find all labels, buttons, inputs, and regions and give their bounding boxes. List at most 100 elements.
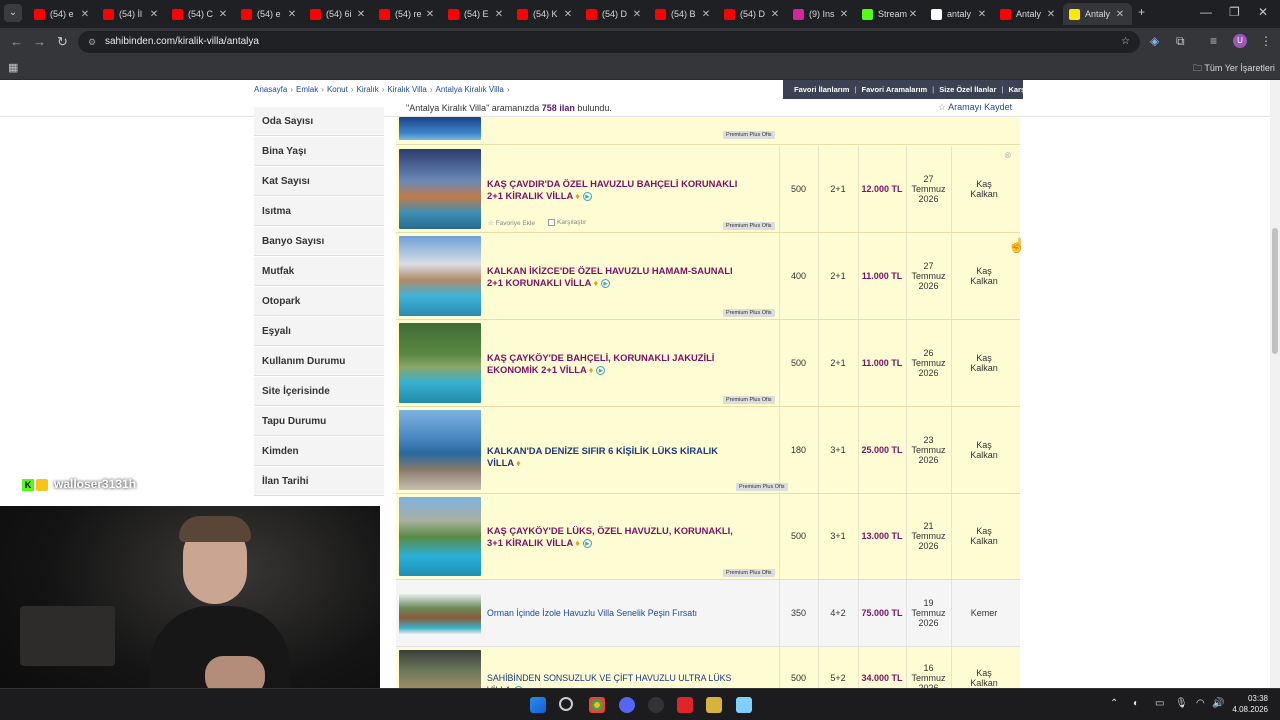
listing-thumbnail[interactable] xyxy=(399,236,481,316)
video-play-icon[interactable]: ▶ xyxy=(596,365,606,375)
new-tab-button[interactable]: + xyxy=(1138,5,1145,19)
filter-item[interactable]: Banyo Sayısı xyxy=(254,227,384,256)
scrollbar-thumb[interactable] xyxy=(1272,228,1278,354)
listing-row[interactable]: KAŞ ÇAYKÖY'DE BAHÇELİ, KORUNAKLI JAKUZİL… xyxy=(396,320,1020,407)
app-icon[interactable] xyxy=(648,697,664,713)
browser-tab[interactable]: Antaly ✕ xyxy=(1063,3,1132,25)
video-play-icon[interactable]: ▶ xyxy=(582,538,592,548)
filter-item[interactable]: Isıtma xyxy=(254,197,384,226)
breadcrumb-link[interactable]: Konut xyxy=(327,85,348,94)
favorites-nav-link[interactable]: Karşılaştır xyxy=(1008,85,1045,94)
close-tab-icon[interactable]: ✕ xyxy=(79,9,91,20)
chrome-icon[interactable] xyxy=(589,697,605,713)
filter-item[interactable]: Eşyalı xyxy=(254,317,384,346)
filter-item[interactable]: Kimden xyxy=(254,437,384,466)
extensions-puzzle-icon[interactable]: ⧉ xyxy=(1176,34,1185,49)
listing-title[interactable]: KAŞ ÇAYKÖY'DE LÜKS, ÖZEL HAVUZLU, KORUNA… xyxy=(487,525,749,549)
compare-checkbox[interactable]: Karşılaştır xyxy=(548,219,586,226)
file-explorer-icon[interactable] xyxy=(706,697,722,713)
network-icon[interactable]: ◠ xyxy=(1196,698,1205,709)
media-icon[interactable]: ≡ xyxy=(1210,34,1217,48)
profile-avatar[interactable]: U xyxy=(1233,34,1247,48)
listing-row-partial[interactable]: Premium Plus Ofis xyxy=(396,117,1020,145)
clock[interactable]: 03:38 4.08.2026 xyxy=(1228,693,1268,715)
listing-thumbnail[interactable] xyxy=(399,117,481,140)
hide-listing-icon[interactable]: ⊗ xyxy=(1004,150,1012,161)
listing-row[interactable]: SAHİBİNDEN SONSUZLUK VE ÇİFT HAVUZLU ULT… xyxy=(396,647,1020,689)
filter-item[interactable]: Oda Sayısı xyxy=(254,107,384,136)
browser-tab[interactable]: (54) İl ✕ xyxy=(97,3,166,25)
listing-title[interactable]: KAŞ ÇAYKÖY'DE BAHÇELİ, KORUNAKLI JAKUZİL… xyxy=(487,352,749,376)
listing-row[interactable]: KAŞ ÇAYKÖY'DE LÜKS, ÖZEL HAVUZLU, KORUNA… xyxy=(396,494,1020,580)
close-tab-icon[interactable]: ✕ xyxy=(838,9,850,20)
listing-title[interactable]: SAHİBİNDEN SONSUZLUK VE ÇİFT HAVUZLU ULT… xyxy=(487,673,749,689)
listing-row[interactable]: KALKAN'DA DENİZE SIFIR 6 KİŞİLİK LÜKS Kİ… xyxy=(396,407,1020,494)
filter-item[interactable]: Bina Yaşı xyxy=(254,137,384,166)
close-tab-icon[interactable]: ✕ xyxy=(1114,9,1126,20)
favorites-nav-link[interactable]: Favori İlanlarım xyxy=(794,85,849,94)
maximize-button[interactable]: ❐ xyxy=(1229,5,1240,19)
browser-tab[interactable]: (54) e ✕ xyxy=(235,3,304,25)
close-tab-icon[interactable]: ✕ xyxy=(493,9,505,20)
discord-icon[interactable] xyxy=(619,697,635,713)
listing-thumbnail[interactable] xyxy=(399,410,481,490)
reload-icon[interactable]: ↻ xyxy=(57,34,68,50)
browser-tab[interactable]: (54) D ✕ xyxy=(580,3,649,25)
browser-tab[interactable]: (54) K ✕ xyxy=(511,3,580,25)
close-window-button[interactable]: ✕ xyxy=(1258,5,1268,19)
windows-start-icon[interactable] xyxy=(530,697,546,713)
listing-thumbnail[interactable] xyxy=(399,149,481,229)
browser-tab[interactable]: (54) C ✕ xyxy=(166,3,235,25)
browser-tab[interactable]: (54) e ✕ xyxy=(28,3,97,25)
breadcrumb-link[interactable]: Antalya Kiralık Villa xyxy=(436,85,504,94)
listing-title[interactable]: Orman İçinde İzole Havuzlu Villa Senelik… xyxy=(487,608,749,620)
filter-item[interactable]: Kullanım Durumu xyxy=(254,347,384,376)
listing-title[interactable]: KALKAN'DA DENİZE SIFIR 6 KİŞİLİK LÜKS Kİ… xyxy=(487,445,749,469)
browser-tab[interactable]: (54) E ✕ xyxy=(442,3,511,25)
bookmark-star-icon[interactable]: ☆ xyxy=(1121,31,1130,53)
listing-thumbnail[interactable] xyxy=(399,650,481,689)
filter-item[interactable]: İlan Tarihi xyxy=(254,467,384,496)
close-tab-icon[interactable]: ✕ xyxy=(217,9,229,20)
close-tab-icon[interactable]: ✕ xyxy=(976,9,988,20)
search-icon[interactable] xyxy=(559,697,573,711)
all-bookmarks[interactable]: 🗀 Tüm Yer İşaretleri xyxy=(1193,61,1275,77)
site-info-icon[interactable]: ⚙ xyxy=(88,31,96,53)
browser-tab[interactable]: (54) 6i ✕ xyxy=(304,3,373,25)
browser-menu-icon[interactable]: ⋮ xyxy=(1260,34,1272,48)
tray-app-icon[interactable]: ◐ xyxy=(1133,698,1139,709)
browser-tab[interactable]: (9) Ins ✕ xyxy=(787,3,856,25)
listing-thumbnail[interactable] xyxy=(399,323,481,403)
filter-item[interactable]: Site İçerisinde xyxy=(254,377,384,406)
save-search-button[interactable]: ☆ Aramayı Kaydet xyxy=(938,102,1012,113)
filter-item[interactable]: Mutfak xyxy=(254,257,384,286)
browser-tab[interactable]: Antaly ✕ xyxy=(994,3,1063,25)
listing-row[interactable]: KAŞ ÇAVDIR'DA ÖZEL HAVUZLU BAHÇELİ KORUN… xyxy=(396,146,1020,233)
close-tab-icon[interactable]: ✕ xyxy=(286,9,298,20)
notepad-icon[interactable] xyxy=(736,697,752,713)
browser-tab[interactable]: Stream ✕ xyxy=(856,3,925,25)
extension-icon[interactable]: ◈ xyxy=(1150,34,1159,48)
checkbox-icon[interactable] xyxy=(548,219,555,226)
listing-title[interactable]: KALKAN İKİZCE'DE ÖZEL HAVUZLU HAMAM-SAUN… xyxy=(487,265,749,289)
breadcrumb-link[interactable]: Emlak xyxy=(296,85,318,94)
add-favorite-link[interactable]: ☆ Favoriye Ekle xyxy=(488,219,535,227)
tab-search-button[interactable]: ⌄ xyxy=(4,4,22,22)
close-tab-icon[interactable]: ✕ xyxy=(562,9,574,20)
back-icon[interactable]: ← xyxy=(10,34,23,49)
tray-chevron-icon[interactable]: ⌃ xyxy=(1110,698,1118,709)
tray-mic-icon[interactable]: 🎙 xyxy=(1175,698,1188,709)
browser-tab[interactable]: (54) re ✕ xyxy=(373,3,442,25)
apps-grid-icon[interactable]: ▦ xyxy=(8,61,18,74)
listing-title[interactable]: KAŞ ÇAVDIR'DA ÖZEL HAVUZLU BAHÇELİ KORUN… xyxy=(487,178,749,202)
forward-icon[interactable]: → xyxy=(33,34,46,49)
close-tab-icon[interactable]: ✕ xyxy=(355,9,367,20)
volume-icon[interactable]: 🔊 xyxy=(1212,698,1224,709)
page-scrollbar[interactable] xyxy=(1270,80,1280,689)
breadcrumb-link[interactable]: Kiralık xyxy=(357,85,379,94)
listing-thumbnail[interactable] xyxy=(399,594,481,634)
minimize-button[interactable]: — xyxy=(1200,5,1212,19)
close-tab-icon[interactable]: ✕ xyxy=(700,9,712,20)
filter-item[interactable]: Kat Sayısı xyxy=(254,167,384,196)
listing-thumbnail[interactable] xyxy=(399,497,481,576)
